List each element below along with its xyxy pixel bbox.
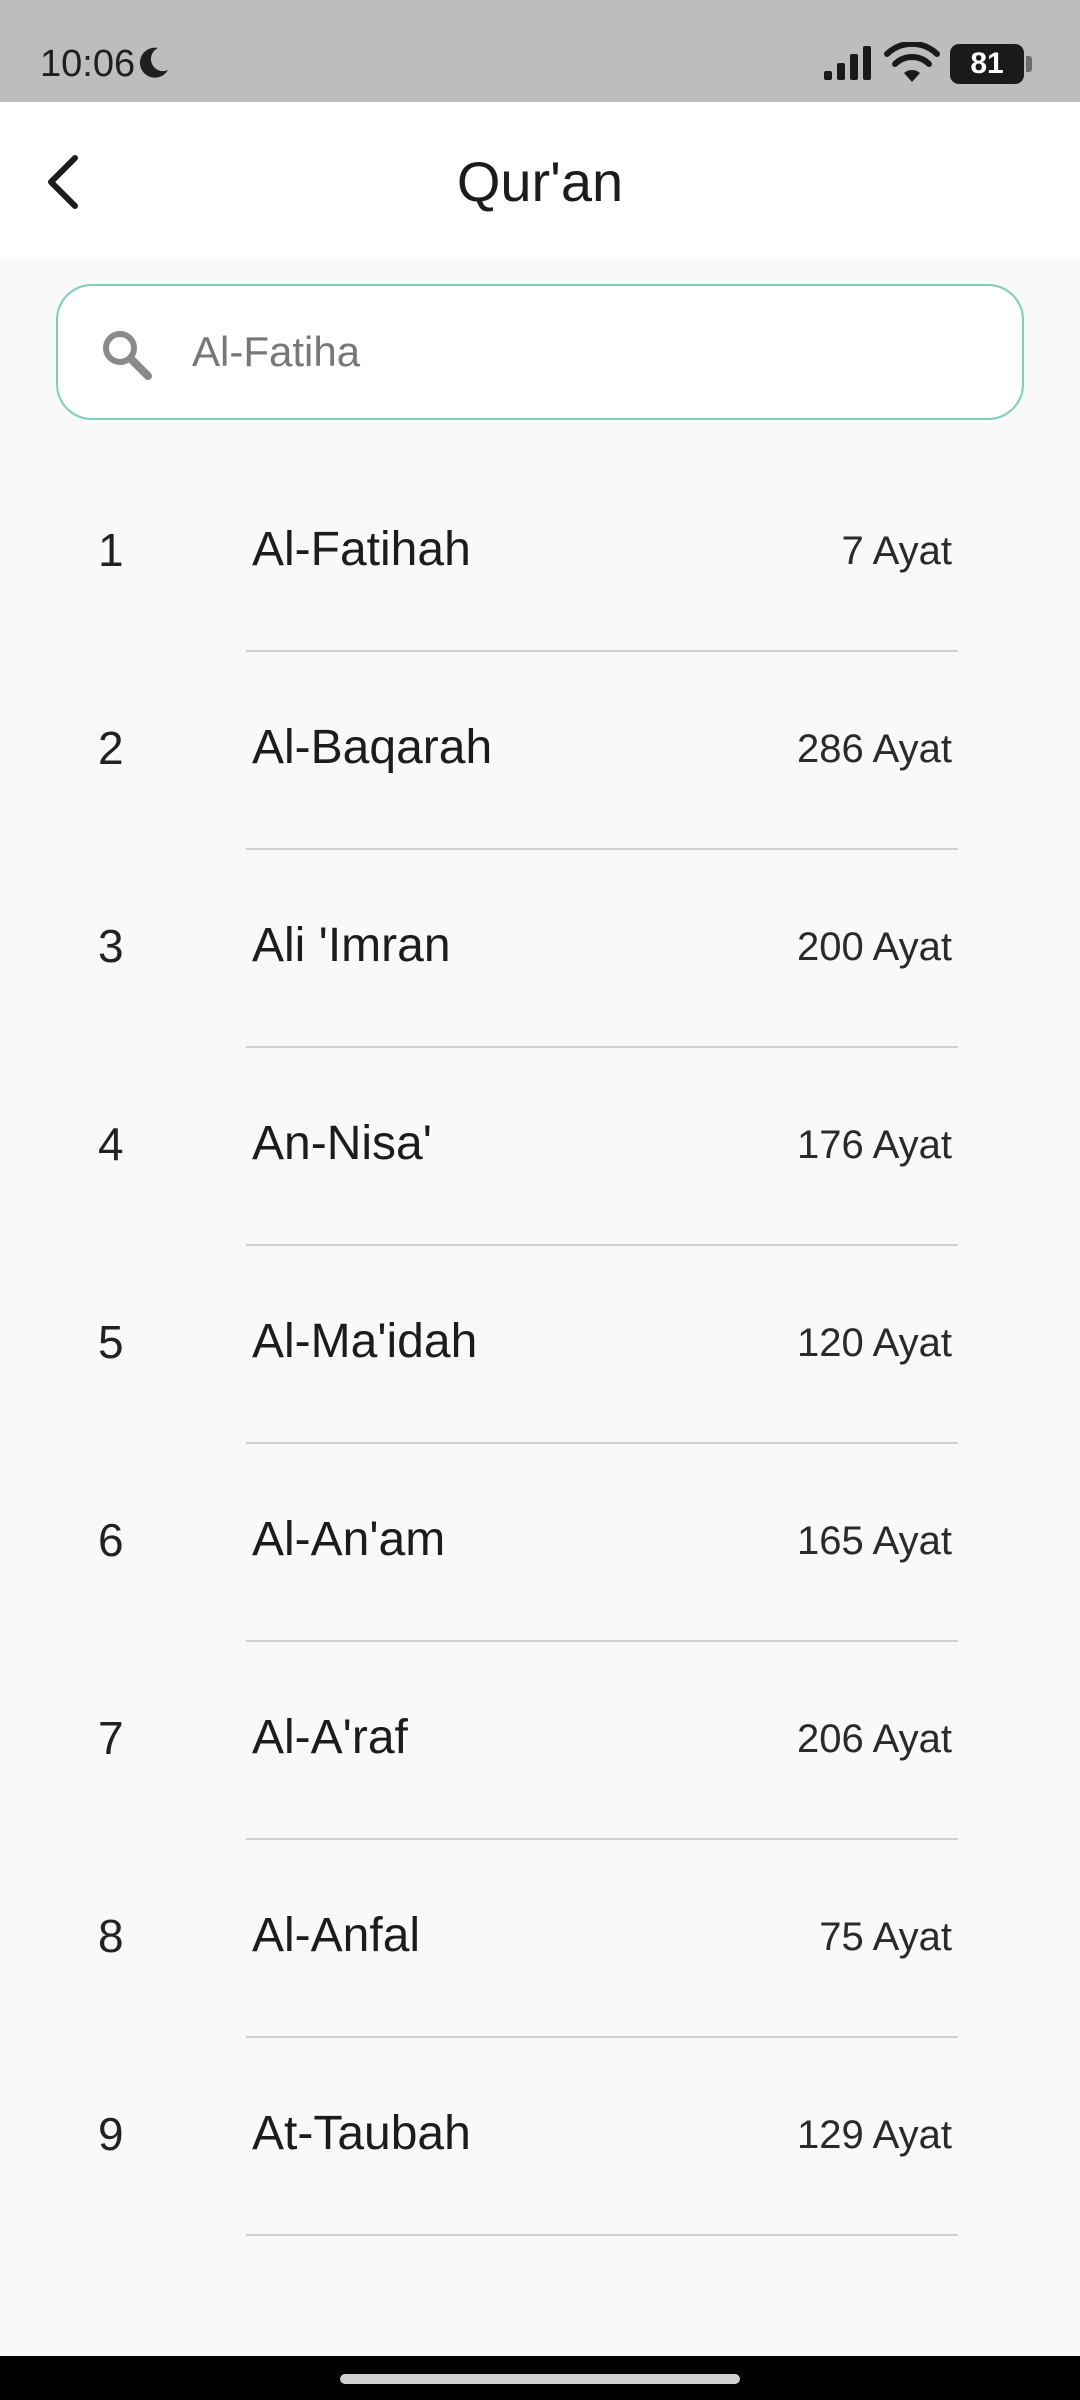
surah-number: 8 (98, 1910, 124, 1962)
surah-name: Al-Anfal (252, 1909, 421, 1962)
surah-number: 1 (98, 524, 124, 576)
surah-name: Al-A'raf (252, 1711, 408, 1764)
divider (246, 650, 958, 652)
signal-icon (824, 46, 871, 80)
surah-row[interactable]: 1 Al-Fatihah 7 Ayat (0, 456, 1080, 654)
divider (246, 2036, 958, 2038)
surah-number: 2 (98, 722, 124, 774)
surah-number: 7 (98, 1712, 124, 1764)
surah-number: 9 (98, 2108, 124, 2160)
surah-number: 4 (98, 1118, 124, 1170)
surah-row[interactable]: 7 Al-A'raf 206 Ayat (0, 1644, 1080, 1842)
surah-ayat-count: 176 Ayat (797, 1123, 952, 1167)
surah-row[interactable]: 2 Al-Baqarah 286 Ayat (0, 654, 1080, 852)
divider (246, 2234, 958, 2236)
surah-row[interactable]: 5 Al-Ma'idah 120 Ayat (0, 1248, 1080, 1446)
surah-ayat-count: 200 Ayat (797, 925, 952, 969)
surah-list: 1 Al-Fatihah 7 Ayat 2 Al-Baqarah 286 Aya… (0, 456, 1080, 2238)
divider (246, 1244, 958, 1246)
divider (246, 848, 958, 850)
search-box[interactable] (56, 284, 1024, 420)
home-indicator[interactable] (340, 2374, 740, 2384)
surah-name: At-Taubah (252, 2107, 471, 2160)
surah-number: 5 (98, 1316, 124, 1368)
surah-ayat-count: 120 Ayat (797, 1321, 952, 1365)
surah-name: Ali 'Imran (252, 919, 451, 972)
app-header: Qur'an (0, 102, 1080, 258)
surah-row[interactable]: 8 Al-Anfal 75 Ayat (0, 1842, 1080, 2040)
search-icon (103, 331, 152, 380)
surah-name: Al-Fatihah (252, 523, 471, 576)
surah-number: 6 (98, 1514, 124, 1566)
surah-row[interactable]: 4 An-Nisa' 176 Ayat (0, 1050, 1080, 1248)
surah-name: Al-Ma'idah (252, 1315, 478, 1368)
surah-ayat-count: 75 Ayat (819, 1915, 952, 1959)
surah-ayat-count: 165 Ayat (797, 1519, 952, 1563)
search-input[interactable] (190, 314, 990, 390)
page-title: Qur'an (456, 150, 624, 213)
moon-icon (139, 47, 168, 78)
divider (246, 1046, 958, 1048)
divider (246, 1442, 958, 1444)
battery-tip (1026, 56, 1032, 72)
status-time: 10:06 (40, 43, 136, 85)
battery-level: 81 (950, 44, 1024, 84)
surah-name: Al-Baqarah (252, 721, 493, 774)
surah-name: An-Nisa' (252, 1117, 432, 1170)
surah-row[interactable]: 9 At-Taubah 129 Ayat (0, 2040, 1080, 2238)
status-bar: 10:06 81 (0, 0, 1080, 102)
surah-ayat-count: 206 Ayat (797, 1717, 952, 1761)
surah-row[interactable]: 6 Al-An'am 165 Ayat (0, 1446, 1080, 1644)
surah-name: Al-An'am (252, 1513, 446, 1566)
surah-ayat-count: 7 Ayat (841, 529, 952, 573)
divider (246, 1838, 958, 1840)
surah-number: 3 (98, 920, 124, 972)
divider (246, 1640, 958, 1642)
surah-row[interactable]: 3 Ali 'Imran 200 Ayat (0, 852, 1080, 1050)
surah-ayat-count: 286 Ayat (797, 727, 952, 771)
surah-ayat-count: 129 Ayat (797, 2113, 952, 2157)
system-nav-bar (0, 2356, 1080, 2400)
battery-indicator: 81 (950, 44, 1032, 84)
wifi-icon (884, 42, 940, 82)
